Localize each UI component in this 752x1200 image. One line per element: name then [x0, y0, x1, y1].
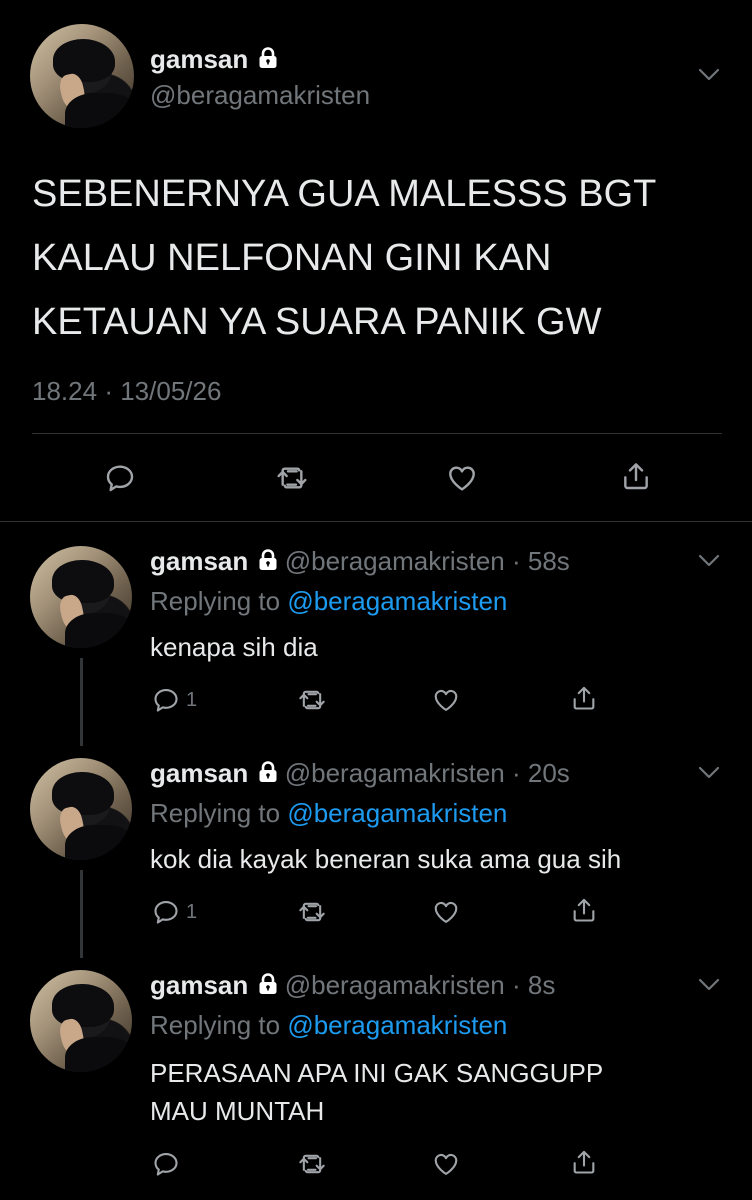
author-handle[interactable]: @beragamakristen	[150, 80, 370, 111]
chevron-down-icon[interactable]	[698, 68, 720, 82]
divider	[32, 433, 722, 434]
reply-icon[interactable]	[104, 462, 136, 494]
author-name[interactable]: gamsan	[150, 44, 248, 74]
heart-icon[interactable]	[432, 686, 460, 714]
tweet-text-line: KETAUAN YA SUARA PANIK GW	[32, 301, 602, 343]
reply-header[interactable]: gamsan @beragamakristen · 20s	[150, 758, 570, 789]
share-icon[interactable]	[620, 460, 652, 492]
replying-to: Replying to @beragamakristen	[150, 798, 507, 829]
retweet-icon[interactable]	[298, 898, 326, 926]
share-icon[interactable]	[570, 1148, 598, 1176]
chevron-down-icon[interactable]	[698, 766, 720, 780]
share-icon[interactable]	[570, 896, 598, 924]
tweet-text-line: SEBENERNYA GUA MALESSS BGT	[32, 173, 657, 215]
replying-label: Replying to	[150, 586, 281, 616]
reply-icon[interactable]	[152, 686, 180, 714]
divider	[0, 521, 752, 522]
replying-mention[interactable]: @beragamakristen	[287, 586, 507, 616]
reply-text: kenapa sih dia	[150, 628, 318, 666]
replying-to: Replying to @beragamakristen	[150, 1010, 507, 1041]
reply-text-line: MAU MUNTAH	[150, 1096, 325, 1126]
heart-icon[interactable]	[446, 462, 478, 494]
author-name[interactable]: gamsan	[150, 970, 248, 1000]
lock-icon	[256, 760, 280, 784]
reply-header[interactable]: gamsan @beragamakristen · 58s	[150, 546, 570, 577]
author-handle-time[interactable]: @beragamakristen · 8s	[285, 970, 556, 1000]
replying-label: Replying to	[150, 1010, 281, 1040]
reply-text-line: kenapa sih dia	[150, 632, 318, 662]
replying-to: Replying to @beragamakristen	[150, 586, 507, 617]
reply-text: PERASAAN APA INI GAK SANGGUPP MAU MUNTAH	[150, 1054, 603, 1130]
chevron-down-icon[interactable]	[698, 978, 720, 992]
thread-line	[80, 658, 83, 746]
chevron-down-icon[interactable]	[698, 554, 720, 568]
replying-label: Replying to	[150, 798, 281, 828]
retweet-icon[interactable]	[298, 686, 326, 714]
author-handle-time[interactable]: @beragamakristen · 58s	[285, 546, 570, 576]
tweet-date: 13/05/26	[120, 376, 222, 406]
reply-icon[interactable]	[152, 898, 180, 926]
lock-icon	[256, 548, 280, 572]
avatar[interactable]	[30, 970, 132, 1072]
author-name[interactable]: gamsan	[150, 546, 248, 576]
tweet-time: 18.24	[32, 376, 98, 406]
reply-text-line: PERASAAN APA INI GAK SANGGUPP	[150, 1058, 604, 1088]
lock-icon	[256, 46, 280, 70]
reply-text-line: kok dia kayak beneran suka ama gua sih	[150, 844, 622, 874]
share-icon[interactable]	[570, 684, 598, 712]
tweet-timestamp[interactable]: 18.24 · 13/05/26	[32, 376, 221, 407]
tweet-text-line: KALAU NELFONAN GINI KAN	[32, 237, 552, 279]
author-handle-time[interactable]: @beragamakristen · 20s	[285, 758, 570, 788]
lock-icon	[256, 972, 280, 996]
author-name-row[interactable]: gamsan	[150, 44, 280, 75]
tweet-text: SEBENERNYA GUA MALESSS BGT KALAU NELFONA…	[32, 162, 656, 354]
reply-count: 1	[186, 689, 198, 711]
heart-icon[interactable]	[432, 898, 460, 926]
avatar[interactable]	[30, 24, 134, 128]
author-name[interactable]: gamsan	[150, 758, 248, 788]
retweet-icon[interactable]	[276, 462, 308, 494]
replying-mention[interactable]: @beragamakristen	[287, 1010, 507, 1040]
avatar[interactable]	[30, 546, 132, 648]
reply-count: 1	[186, 901, 198, 923]
reply-text: kok dia kayak beneran suka ama gua sih	[150, 840, 621, 878]
avatar[interactable]	[30, 758, 132, 860]
thread-line	[80, 870, 83, 958]
reply-icon[interactable]	[152, 1150, 180, 1178]
separator-dot: ·	[104, 376, 113, 406]
replying-mention[interactable]: @beragamakristen	[287, 798, 507, 828]
reply-header[interactable]: gamsan @beragamakristen · 8s	[150, 970, 555, 1001]
retweet-icon[interactable]	[298, 1150, 326, 1178]
heart-icon[interactable]	[432, 1150, 460, 1178]
